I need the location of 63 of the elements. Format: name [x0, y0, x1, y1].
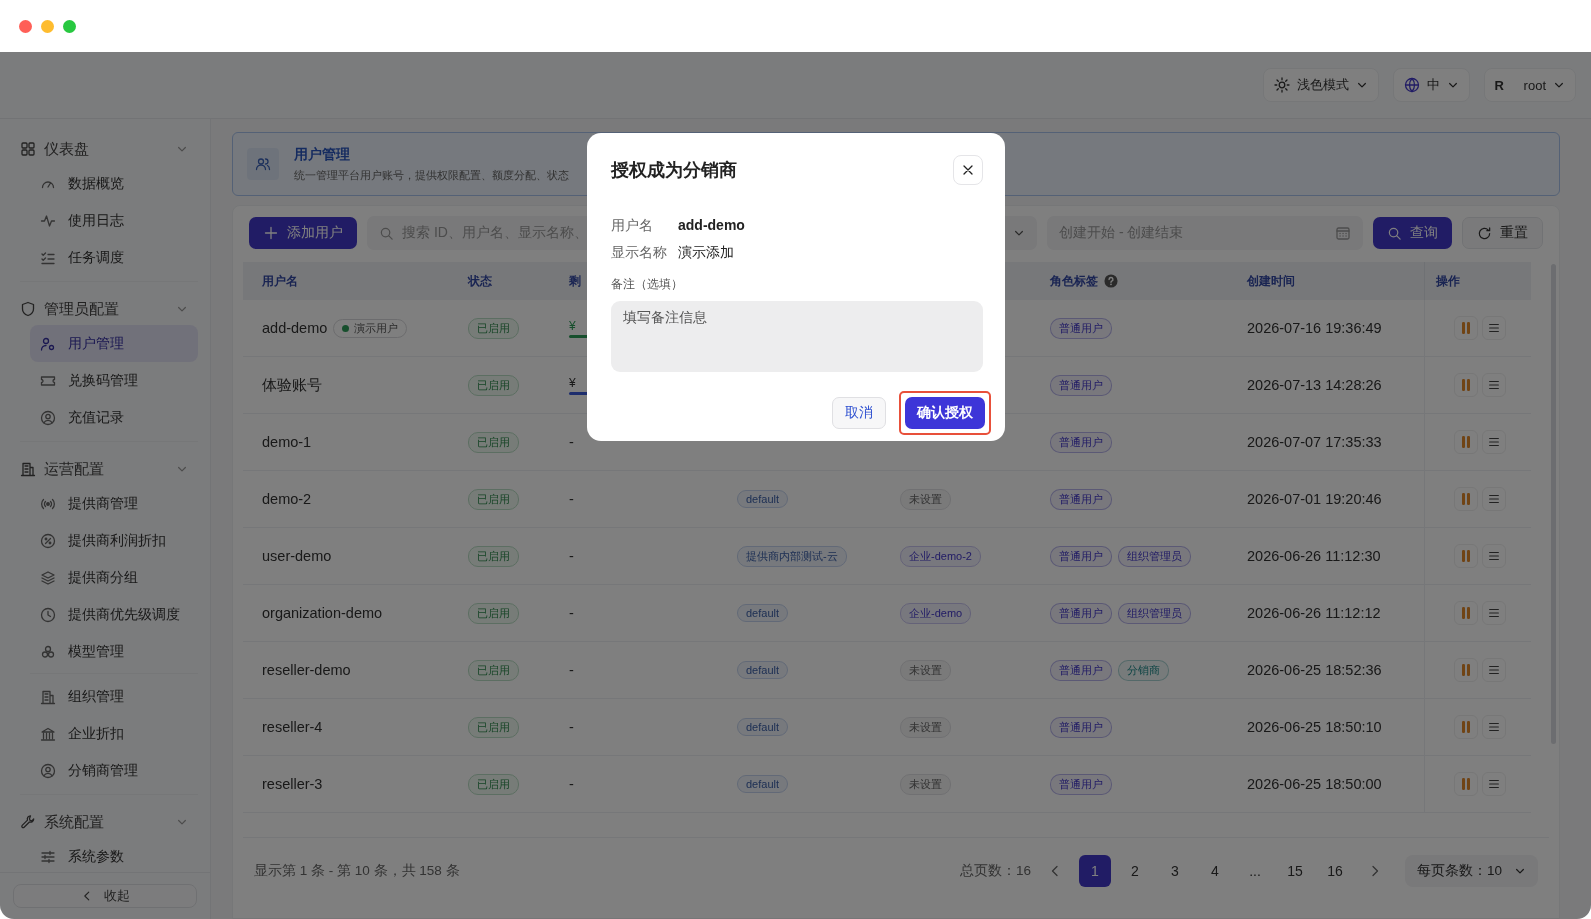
- tag: 已启用: [468, 431, 519, 453]
- table-cell: -: [569, 491, 574, 507]
- table-cell: -: [569, 776, 574, 792]
- tag: 未设置: [900, 488, 951, 510]
- username-cell: demo-2: [262, 491, 312, 507]
- date-cell: 2026-06-26 11:12:12: [1247, 605, 1381, 621]
- table-cell: -: [569, 434, 574, 450]
- tag: 未设置: [900, 659, 951, 681]
- pagination-summary: 显示第 1 条 - 第 10 条，共 158 条: [254, 862, 461, 880]
- date-cell: 2026-07-13 14:28:26: [1247, 377, 1382, 393]
- date-cell: 2026-06-25 18:50:00: [1247, 776, 1382, 792]
- table-cell: ¥: [569, 375, 576, 390]
- tag: 已启用: [468, 545, 519, 567]
- note-label: 备注（选填）: [611, 276, 684, 293]
- tag: 已启用: [468, 602, 519, 624]
- username-cell: reseller-4: [262, 719, 323, 735]
- tag: default: [737, 775, 789, 793]
- table-cell: -: [569, 719, 574, 735]
- date-cell: 2026-07-01 19:20:46: [1247, 491, 1382, 507]
- dialog-title: 授权成为分销商: [611, 159, 737, 182]
- field-value: add-demo: [678, 217, 745, 235]
- tag: default: [737, 661, 789, 679]
- table-cell: -: [569, 548, 574, 564]
- field-label: 用户名: [611, 217, 654, 235]
- username-cell: reseller-3: [262, 776, 323, 792]
- column-header: 创建时间: [1247, 272, 1295, 290]
- date-cell: 2026-07-16 19:36:49: [1247, 320, 1382, 336]
- username-cell: demo-1: [262, 434, 312, 450]
- date-cell: 2026-06-25 18:50:10: [1247, 719, 1382, 735]
- table-cell: ¥: [569, 318, 576, 333]
- username-cell: organization-demo: [262, 605, 383, 621]
- table-cell: -: [569, 605, 574, 621]
- tag: 已启用: [468, 773, 519, 795]
- column-header: 角色标签: [1050, 272, 1098, 290]
- username-cell: add-demo: [262, 320, 328, 336]
- username-cell: 体验账号: [262, 375, 322, 395]
- column-header: 用户名: [262, 272, 298, 290]
- tag: default: [737, 718, 789, 736]
- tag: 提供商内部测试-云: [737, 545, 847, 567]
- tag: 已启用: [468, 716, 519, 738]
- tag: 未设置: [900, 716, 951, 738]
- tag: default: [737, 490, 789, 508]
- username-cell: reseller-demo: [262, 662, 351, 678]
- banner-title: 用户管理: [294, 145, 351, 164]
- table-cell: -: [569, 662, 574, 678]
- username-cell: user-demo: [262, 548, 332, 564]
- tag: 已启用: [468, 317, 519, 339]
- field-label: 显示名称: [611, 244, 666, 262]
- field-value: 演示添加: [678, 244, 734, 262]
- column-header: 剩: [569, 272, 581, 290]
- tag: 已启用: [468, 374, 519, 396]
- tag: 已启用: [468, 659, 519, 681]
- tag: 未设置: [900, 773, 951, 795]
- date-cell: 2026-06-26 11:12:30: [1247, 548, 1381, 564]
- tag: 企业-demo-2: [900, 545, 981, 567]
- tag: 已启用: [468, 488, 519, 510]
- total-pages: 总页数：16: [959, 862, 1031, 880]
- date-cell: 2026-06-25 18:52:36: [1247, 662, 1382, 678]
- column-header: 操作: [1436, 272, 1460, 290]
- column-header: 状态: [468, 272, 492, 290]
- tag: default: [737, 604, 789, 622]
- tag: 企业-demo: [900, 602, 972, 624]
- date-cell: 2026-07-07 17:35:33: [1247, 434, 1382, 450]
